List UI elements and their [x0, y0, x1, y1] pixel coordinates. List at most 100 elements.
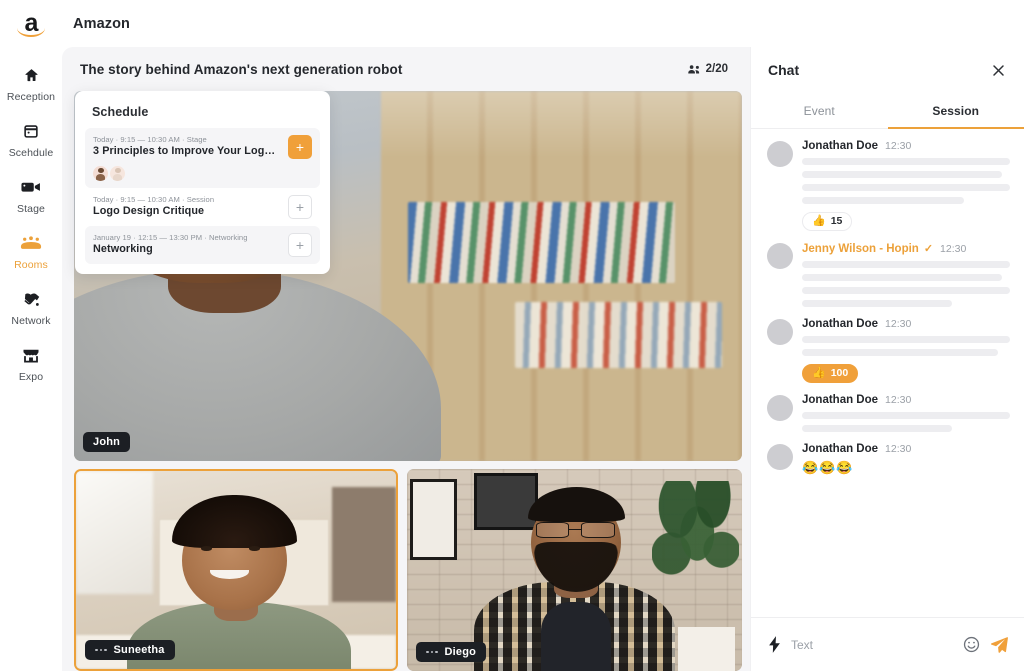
more-options-icon[interactable] — [426, 650, 438, 654]
participant-name-chip[interactable]: Diego — [416, 642, 487, 662]
schedule-title: Schedule — [92, 105, 149, 119]
chat-message: Jonathan Doe 12:30 👍 15 — [767, 140, 1010, 231]
message-text-placeholder — [802, 274, 1002, 281]
sidebar-item-label: Rooms — [14, 259, 48, 271]
schedule-item-meta: Today · 9:15 — 10:30 AM · Session — [93, 195, 215, 204]
store-icon — [22, 344, 40, 366]
participant-name-chip[interactable]: Suneetha — [85, 640, 175, 660]
chat-text-input[interactable] — [791, 637, 953, 652]
app-root: a Amazon Reception Scehdule Stage Rooms … — [0, 0, 1024, 671]
chat-panel: Chat Event Session Jonathan Doe 12:30 👍 … — [750, 47, 1024, 671]
chat-message-time: 12:30 — [940, 242, 967, 255]
sidebar-item-label: Expo — [18, 371, 44, 383]
lightning-bolt-icon[interactable] — [768, 636, 781, 653]
chat-message-author-name: Jenny Wilson - Hopin — [802, 242, 919, 255]
participant-count: 2/20 — [687, 63, 728, 75]
sidebar-item-expo[interactable]: Expo — [0, 344, 62, 383]
stage-header: The story behind Amazon's next generatio… — [62, 47, 750, 91]
chat-message-time: 12:30 — [885, 443, 912, 455]
avatar — [110, 166, 125, 181]
message-text-placeholder — [802, 287, 1010, 294]
schedule-add-button[interactable]: + — [288, 195, 312, 219]
thumbs-up-icon: 👍 — [812, 215, 826, 227]
sidebar-item-label: Stage — [17, 203, 45, 215]
brand-name: Amazon — [73, 15, 130, 32]
schedule-add-button[interactable]: + — [288, 233, 312, 257]
reaction-badge[interactable]: 👍 100 — [802, 364, 859, 383]
page-title: The story behind Amazon's next generatio… — [80, 61, 403, 77]
avatar — [767, 141, 793, 167]
reaction-count: 100 — [830, 367, 849, 380]
body-row: Reception Scehdule Stage Rooms Network E… — [0, 47, 1024, 671]
schedule-panel: Schedule Today · 9:15 — 10:30 AM · Stage… — [75, 91, 330, 274]
sidebar-item-label: Scehdule — [8, 147, 54, 159]
amazon-logo-icon: a — [12, 7, 50, 41]
chat-message: Jenny Wilson - Hopin ✓ 12:30 — [767, 242, 1010, 307]
message-text-placeholder — [802, 197, 965, 204]
tab-event[interactable]: Event — [751, 93, 888, 128]
participant-name: Suneetha — [113, 644, 165, 656]
sidebar-item-stage[interactable]: Stage — [0, 176, 62, 215]
video-tile-diego[interactable]: Diego — [407, 469, 742, 671]
message-text-placeholder — [802, 158, 1010, 165]
reaction-count: 15 — [830, 215, 843, 228]
video-tile-suneetha[interactable]: Suneetha — [74, 469, 398, 671]
chat-message-list[interactable]: Jonathan Doe 12:30 👍 15 Jenny Wilson - H… — [751, 129, 1024, 617]
message-text-placeholder — [802, 261, 1010, 268]
message-text-placeholder — [802, 425, 952, 432]
schedule-item-2[interactable]: January 19 · 12:15 — 13:30 PM · Networki… — [85, 226, 320, 264]
tab-session[interactable]: Session — [887, 93, 1024, 129]
chat-message: Jonathan Doe 12:30 😂😂😂 — [767, 443, 1010, 476]
calendar-icon — [23, 120, 39, 142]
people-icon — [687, 64, 701, 75]
chat-header: Chat — [751, 47, 1024, 93]
avatar — [767, 395, 793, 421]
schedule-item-1[interactable]: Today · 9:15 — 10:30 AM · Session Logo D… — [85, 188, 320, 226]
emoji-smile-icon[interactable] — [963, 636, 980, 653]
message-text-placeholder — [802, 349, 998, 356]
schedule-item-name: Logo Design Critique — [93, 205, 205, 217]
close-icon[interactable] — [991, 63, 1006, 78]
people-group-icon — [20, 232, 42, 254]
video-feed — [407, 469, 742, 671]
chat-tabs: Event Session — [751, 93, 1024, 129]
chat-message-emoji: 😂😂😂 — [802, 460, 854, 475]
message-text-placeholder — [802, 184, 1010, 191]
left-sidebar: Reception Scehdule Stage Rooms Network E… — [0, 47, 62, 671]
chat-message-time: 12:30 — [885, 318, 912, 330]
more-options-icon[interactable] — [95, 648, 107, 652]
schedule-item-0[interactable]: Today · 9:15 — 10:30 AM · Stage 3 Princi… — [85, 128, 320, 188]
schedule-item-avatars — [93, 166, 280, 181]
chat-input-bar — [751, 617, 1024, 671]
sidebar-item-schedule[interactable]: Scehdule — [0, 120, 62, 159]
schedule-item-name: 3 Principles to Improve Your Logo Design — [93, 145, 280, 157]
chat-message: Jonathan Doe 12:30 — [767, 394, 1010, 432]
sidebar-item-reception[interactable]: Reception — [0, 64, 62, 103]
schedule-item-name: Networking — [93, 243, 153, 255]
avatar — [767, 243, 793, 269]
sidebar-item-rooms[interactable]: Rooms — [0, 232, 62, 271]
chat-message-author: Jonathan Doe — [802, 140, 879, 152]
message-text-placeholder — [802, 300, 952, 307]
chat-message-author: Jonathan Doe — [802, 394, 879, 406]
chat-message-author: Jonathan Doe — [802, 443, 879, 455]
send-paper-plane-icon[interactable] — [990, 636, 1008, 654]
stage-area: The story behind Amazon's next generatio… — [62, 47, 750, 671]
sidebar-item-label: Network — [11, 315, 51, 327]
sidebar-item-network[interactable]: Network — [0, 288, 62, 327]
verified-check-icon: ✓ — [923, 243, 934, 255]
home-icon — [23, 64, 40, 86]
schedule-item-meta: Today · 9:15 — 10:30 AM · Stage — [93, 135, 207, 144]
top-bar: a Amazon — [0, 0, 1024, 47]
schedule-item-meta: January 19 · 12:15 — 13:30 PM · Networki… — [93, 233, 248, 242]
chat-message: Jonathan Doe 12:30 👍 100 — [767, 318, 1010, 383]
message-text-placeholder — [802, 171, 1002, 178]
participant-count-label: 2/20 — [705, 63, 728, 75]
sidebar-item-label: Reception — [6, 91, 56, 103]
chat-message-time: 12:30 — [885, 394, 912, 406]
participant-name: Diego — [444, 646, 477, 658]
chat-title: Chat — [768, 62, 800, 78]
message-text-placeholder — [802, 412, 1010, 419]
schedule-add-button[interactable]: + — [288, 135, 312, 159]
reaction-badge[interactable]: 👍 15 — [802, 212, 853, 231]
